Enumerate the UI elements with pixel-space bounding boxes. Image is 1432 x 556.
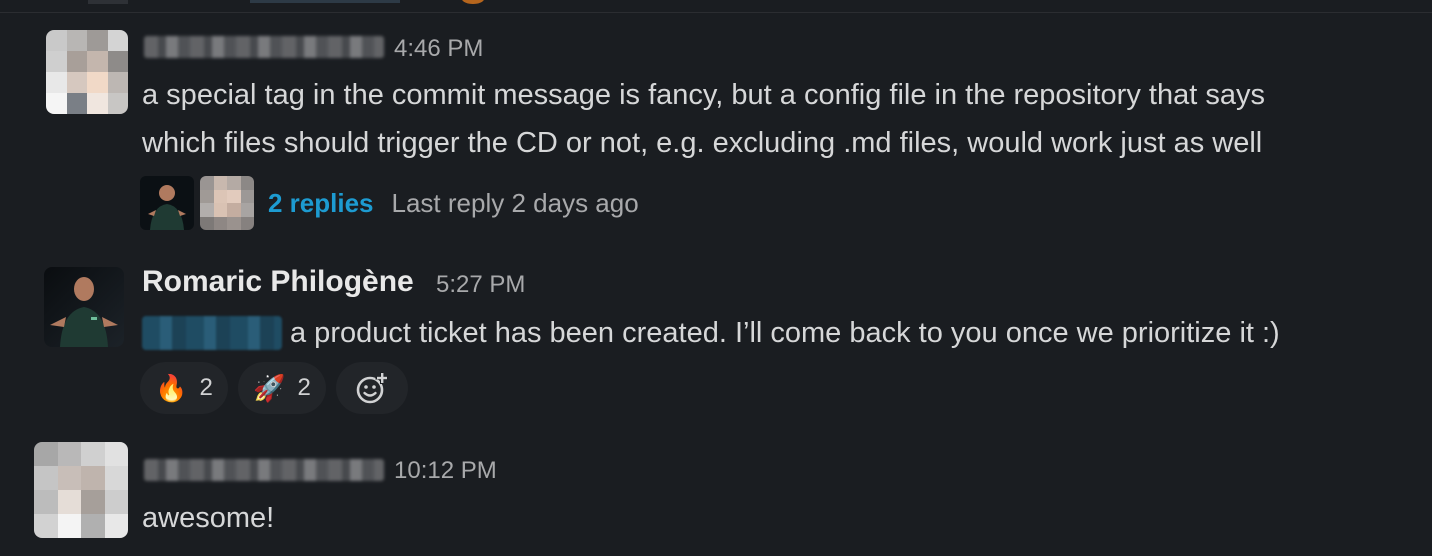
message-timestamp[interactable]: 10:12 PM <box>394 457 497 485</box>
reaction-count: 2 <box>297 374 311 401</box>
message-text: a product ticket has been created. I’ll … <box>290 317 1280 349</box>
avatar-pixelated[interactable] <box>34 442 128 538</box>
previous-message-edge <box>0 0 1432 13</box>
reaction-emoji-partial <box>462 0 484 4</box>
blurred-element <box>88 0 128 4</box>
add-reaction-icon <box>356 372 388 404</box>
reply-avatar-romaric <box>140 176 194 230</box>
username-blurred[interactable] <box>144 459 384 481</box>
fire-emoji-icon: 🔥 <box>155 372 188 403</box>
reaction-count: 2 <box>199 374 213 401</box>
message-text-line-2: which files should trigger the CD or not… <box>142 127 1263 159</box>
add-reaction-button[interactable] <box>336 362 408 414</box>
user-mention-blurred[interactable] <box>142 316 282 350</box>
thread-summary[interactable]: 2 replies Last reply 2 days ago <box>140 176 639 230</box>
reaction-fire[interactable]: 🔥 2 <box>140 362 228 414</box>
reaction-rocket[interactable]: 🚀 2 <box>238 362 326 414</box>
message-timestamp[interactable]: 4:46 PM <box>394 35 483 63</box>
reply-avatar-pixelated <box>200 176 254 230</box>
avatar-romaric[interactable] <box>44 267 124 347</box>
message-text: awesome! <box>142 502 275 534</box>
message-timestamp[interactable]: 5:27 PM <box>436 271 525 299</box>
message-text-line-1: a special tag in the commit message is f… <box>142 79 1265 111</box>
reactions-bar: 🔥 2 🚀 2 <box>140 362 408 414</box>
username-blurred[interactable] <box>144 36 384 58</box>
rocket-emoji-icon: 🚀 <box>253 372 286 403</box>
last-reply-label: Last reply 2 days ago <box>391 187 639 218</box>
avatar-pixelated[interactable] <box>46 30 128 114</box>
blurred-element <box>250 0 400 3</box>
author-name[interactable]: Romaric Philogène <box>142 265 414 299</box>
replies-link[interactable]: 2 replies <box>268 188 374 219</box>
